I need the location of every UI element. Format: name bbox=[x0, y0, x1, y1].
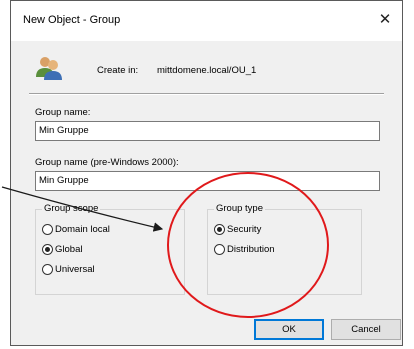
radio-selected-icon bbox=[42, 244, 53, 255]
group-name-input[interactable]: Min Gruppe bbox=[35, 121, 380, 141]
ok-button[interactable]: OK bbox=[254, 319, 324, 340]
title-bar: New Object - Group ✕ bbox=[11, 1, 402, 41]
group-users-icon bbox=[36, 57, 62, 80]
radio-selected-icon bbox=[214, 224, 225, 235]
dialog-title: New Object - Group bbox=[23, 14, 121, 26]
group-scope-legend: Group scope bbox=[42, 203, 101, 214]
radio-security[interactable]: Security bbox=[214, 224, 261, 235]
close-icon[interactable]: ✕ bbox=[374, 9, 396, 31]
create-in-label: Create in: bbox=[97, 65, 139, 76]
new-object-group-dialog: New Object - Group ✕ Create in: mittdome… bbox=[10, 0, 403, 346]
group-scope-box: Group scope Domain local Global Universa… bbox=[35, 203, 185, 295]
radio-universal[interactable]: Universal bbox=[42, 264, 95, 275]
radio-label: Global bbox=[55, 244, 83, 255]
group-type-legend: Group type bbox=[214, 203, 265, 214]
radio-label: Universal bbox=[55, 264, 95, 275]
radio-global[interactable]: Global bbox=[42, 244, 82, 255]
radio-label: Distribution bbox=[227, 244, 275, 255]
radio-circle-icon bbox=[42, 264, 53, 275]
radio-circle-icon bbox=[214, 244, 225, 255]
radio-domain-local[interactable]: Domain local bbox=[42, 224, 110, 235]
separator bbox=[29, 93, 384, 95]
radio-distribution[interactable]: Distribution bbox=[214, 244, 275, 255]
pre2000-name-input[interactable]: Min Gruppe bbox=[35, 171, 380, 191]
group-type-box: Group type Security Distribution bbox=[207, 203, 362, 295]
create-in-path: mittdomene.local/OU_1 bbox=[157, 65, 257, 76]
pre2000-name-label: Group name (pre-Windows 2000): bbox=[35, 157, 179, 168]
group-name-label: Group name: bbox=[35, 107, 91, 118]
radio-label: Security bbox=[227, 224, 262, 235]
radio-label: Domain local bbox=[55, 224, 110, 235]
radio-circle-icon bbox=[42, 224, 53, 235]
cancel-button[interactable]: Cancel bbox=[331, 319, 401, 340]
